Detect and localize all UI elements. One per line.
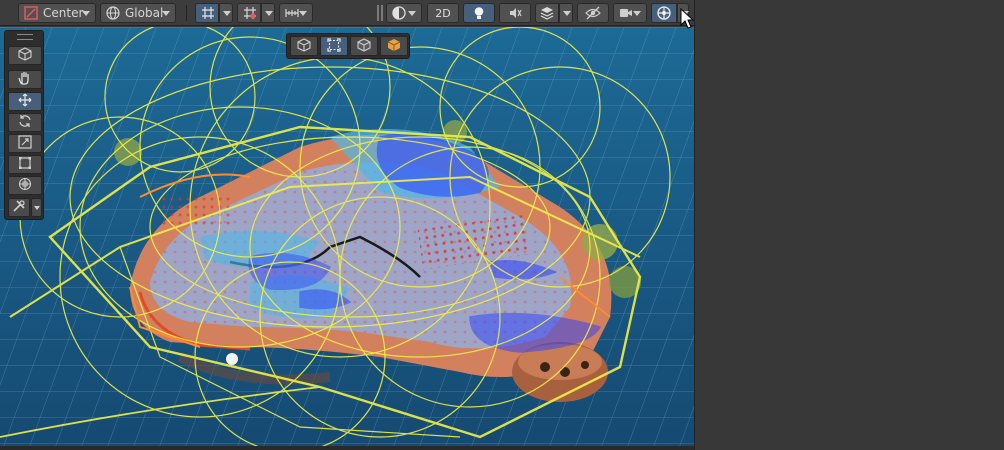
gizmos-icon: [656, 5, 672, 21]
chevron-down-icon: [33, 205, 40, 210]
shading-sphere-icon: [391, 5, 407, 21]
pivot-mode-label: Center: [43, 6, 84, 20]
scene-visibility-icon: [585, 6, 601, 20]
toolbar-grip[interactable]: [377, 5, 379, 21]
ruler-dropdown[interactable]: [279, 3, 313, 23]
scene-effects-dropdown[interactable]: [559, 3, 573, 23]
tools-overlay: [4, 30, 44, 220]
cube-outline-button[interactable]: [350, 36, 378, 56]
wireframe-cube-icon: [297, 37, 311, 56]
scene-toolbar: Center Global 2D: [0, 0, 694, 26]
mouse-cursor-icon: [680, 8, 694, 29]
camera-icon: [618, 5, 634, 21]
increment-snap-toggle[interactable]: [237, 3, 261, 23]
gizmos-toggle[interactable]: [651, 3, 677, 23]
scene-viewport[interactable]: [0, 27, 694, 446]
empty-editor-panel: [694, 0, 1004, 450]
tools-wrench-icon: [12, 198, 26, 217]
grid-snap-icon: [200, 5, 216, 21]
mode-2d-label: 2D: [435, 6, 451, 20]
overlay-drag-handle[interactable]: [17, 34, 33, 40]
rotate-tool-button[interactable]: [8, 113, 42, 132]
chevron-down-icon: [82, 11, 90, 16]
scene-effects-toggle[interactable]: [535, 3, 559, 23]
view-options-overlay: [286, 33, 410, 59]
transform-tool-button[interactable]: [8, 176, 42, 195]
scene-render: [0, 27, 694, 446]
effects-layers-icon: [540, 6, 554, 20]
move-arrows-icon: [18, 92, 32, 111]
scene-visibility-toggle[interactable]: [577, 3, 609, 23]
globe-icon: [105, 5, 121, 21]
pivot-rotation-label: Global: [125, 6, 164, 20]
toolbar-separator: [186, 5, 187, 21]
pivot-center-icon: [23, 5, 39, 21]
chevron-down-icon: [162, 11, 170, 16]
transform-icon: [18, 176, 32, 195]
chevron-down-icon: [299, 11, 307, 16]
cube-solid-orange-icon: [387, 37, 401, 56]
grid-snapping-toggle[interactable]: [195, 3, 219, 23]
pivot-rotation-dropdown[interactable]: Global: [100, 3, 176, 23]
view-tool-button[interactable]: [8, 46, 42, 65]
increment-snap-icon: [242, 5, 258, 21]
toolbar-grip[interactable]: [381, 5, 383, 21]
chevron-down-icon: [633, 11, 641, 16]
scale-tool-button[interactable]: [8, 134, 42, 153]
hand-tool-button[interactable]: [8, 70, 42, 89]
scene-audio-toggle[interactable]: [499, 3, 531, 23]
light-bulb-icon: [472, 6, 486, 20]
ruler-icon: [284, 5, 300, 21]
chevron-down-icon: [408, 11, 416, 16]
cube-outline-icon: [357, 37, 371, 56]
rect-tool-button[interactable]: [8, 155, 42, 174]
unity-scene-window: Center Global 2D: [0, 0, 1004, 450]
cube-icon: [18, 46, 32, 65]
scale-icon: [18, 134, 32, 153]
viewport-bottom-border: [0, 446, 694, 450]
wireframe-cube-button[interactable]: [290, 36, 318, 56]
pivot-mode-dropdown[interactable]: Center: [18, 3, 96, 23]
scene-camera-dropdown[interactable]: [613, 3, 647, 23]
shading-mode-dropdown[interactable]: [386, 3, 422, 23]
grid-snapping-dropdown[interactable]: [219, 3, 233, 23]
rect-frame-icon: [327, 37, 341, 56]
audio-mute-icon: [508, 6, 522, 20]
rotate-icon: [18, 113, 32, 132]
move-tool-button[interactable]: [8, 92, 42, 111]
mode-2d-toggle[interactable]: 2D: [427, 3, 459, 23]
cube-solid-button[interactable]: [380, 36, 408, 56]
increment-snap-dropdown[interactable]: [261, 3, 275, 23]
custom-tool-dropdown[interactable]: [31, 198, 42, 217]
rect-transform-icon: [18, 155, 32, 174]
hand-icon: [18, 70, 32, 89]
rect-frame-button[interactable]: [320, 36, 348, 56]
custom-tool-button[interactable]: [8, 198, 30, 217]
scene-lighting-toggle[interactable]: [463, 3, 495, 23]
